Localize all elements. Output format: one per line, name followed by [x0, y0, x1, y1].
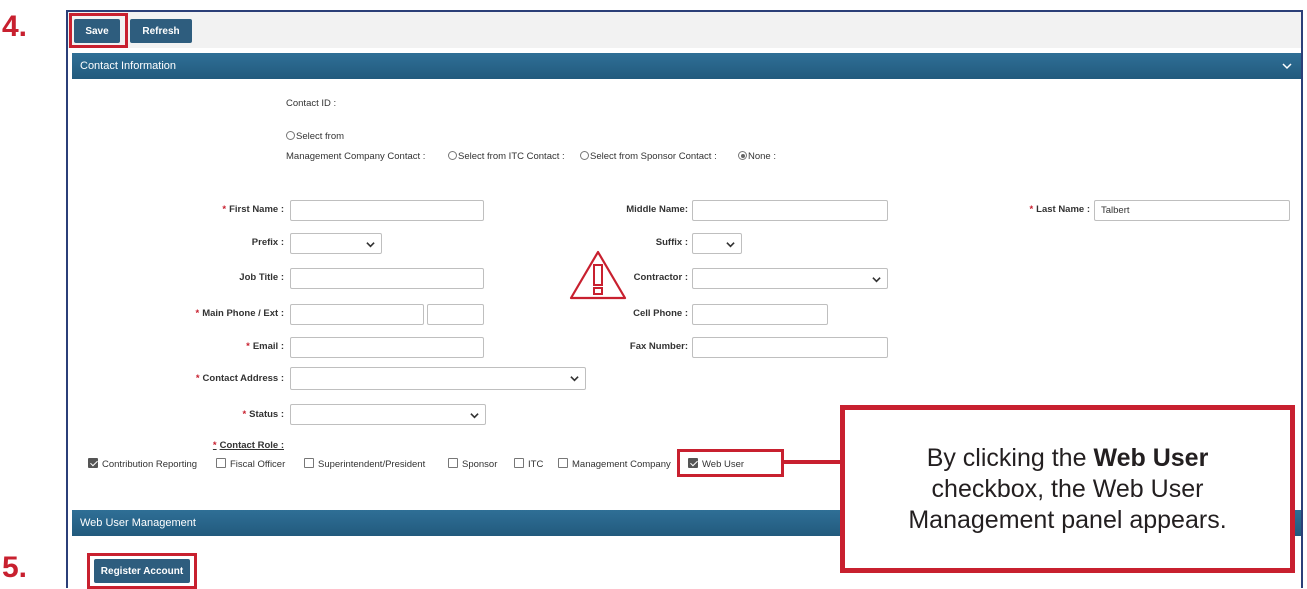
role-superintendent-president[interactable]: Superintendent/President [304, 458, 425, 470]
save-highlight [69, 13, 128, 48]
email-label: * Email : [246, 341, 284, 352]
checkbox-itc[interactable] [514, 458, 524, 468]
web-user-management-title: Web User Management [80, 517, 196, 529]
job-title-label: Job Title : [239, 272, 284, 283]
step-5-number: 5. [2, 551, 28, 584]
chevron-down-icon [570, 376, 579, 382]
register-highlight [87, 553, 197, 589]
radio-sponsor[interactable] [580, 151, 589, 160]
callout-connector [784, 460, 840, 464]
status-label: * Status : [242, 409, 284, 420]
radio-management-label: Management Company Contact : [286, 151, 426, 162]
instruction-callout: By clicking the Web User checkbox, the W… [840, 405, 1295, 573]
step-4-number: 4. [2, 10, 28, 43]
middle-name-input[interactable] [692, 200, 888, 221]
checkbox-contribution-reporting[interactable] [88, 458, 98, 468]
status-select[interactable] [290, 404, 486, 425]
checkbox-management-company[interactable] [558, 458, 568, 468]
role-itc[interactable]: ITC [514, 458, 543, 470]
last-name-label: * Last Name : [1029, 204, 1090, 215]
first-name-input[interactable] [290, 200, 484, 221]
contact-information-title: Contact Information [80, 60, 176, 72]
main-phone-label: * Main Phone / Ext : [195, 308, 284, 319]
chevron-down-icon[interactable] [1281, 60, 1293, 72]
radio-none-option[interactable]: None : [738, 151, 776, 162]
chevron-down-icon [366, 242, 375, 248]
last-name-input[interactable]: Talbert [1094, 200, 1290, 221]
contractor-select[interactable] [692, 268, 888, 289]
middle-name-label: Middle Name: [626, 204, 688, 215]
email-input[interactable] [290, 337, 484, 358]
main-phone-input[interactable] [290, 304, 424, 325]
radio-management-option[interactable]: Select from [286, 131, 344, 142]
contact-role-label: * Contact Role : [212, 440, 284, 451]
fax-number-input[interactable] [692, 337, 888, 358]
contact-information-header[interactable]: Contact Information [72, 53, 1301, 79]
radio-sponsor-option[interactable]: Select from Sponsor Contact : [580, 151, 717, 162]
first-name-label: * First Name : [222, 204, 284, 215]
radio-management[interactable] [286, 131, 295, 140]
contact-id-label: Contact ID : [286, 98, 337, 109]
contact-address-select[interactable] [290, 367, 586, 390]
fax-number-label: Fax Number: [629, 341, 688, 352]
prefix-select[interactable] [290, 233, 382, 254]
toolbar: Save Refresh [68, 12, 1301, 48]
role-sponsor[interactable]: Sponsor [448, 458, 497, 470]
chevron-down-icon [872, 277, 881, 283]
job-title-input[interactable] [290, 268, 484, 289]
radio-itc[interactable] [448, 151, 457, 160]
phone-ext-input[interactable] [427, 304, 484, 325]
prefix-label: Prefix : [251, 237, 284, 248]
cell-phone-label: Cell Phone : [633, 308, 688, 319]
chevron-down-icon [726, 242, 735, 248]
role-contribution-reporting[interactable]: Contribution Reporting [88, 458, 197, 470]
checkbox-sponsor[interactable] [448, 458, 458, 468]
web-user-highlight [677, 449, 784, 477]
refresh-button[interactable]: Refresh [130, 19, 192, 43]
suffix-select[interactable] [692, 233, 742, 254]
suffix-label: Suffix : [655, 237, 688, 248]
radio-none[interactable] [738, 151, 747, 160]
radio-itc-option[interactable]: Select from ITC Contact : [448, 151, 565, 162]
contact-address-label: * Contact Address : [195, 373, 284, 384]
cell-phone-input[interactable] [692, 304, 828, 325]
role-fiscal-officer[interactable]: Fiscal Officer [216, 458, 285, 470]
role-management-company[interactable]: Management Company [558, 458, 671, 470]
contractor-label: Contractor : [633, 272, 688, 283]
chevron-down-icon [470, 413, 479, 419]
checkbox-fiscal-officer[interactable] [216, 458, 226, 468]
checkbox-superintendent-president[interactable] [304, 458, 314, 468]
